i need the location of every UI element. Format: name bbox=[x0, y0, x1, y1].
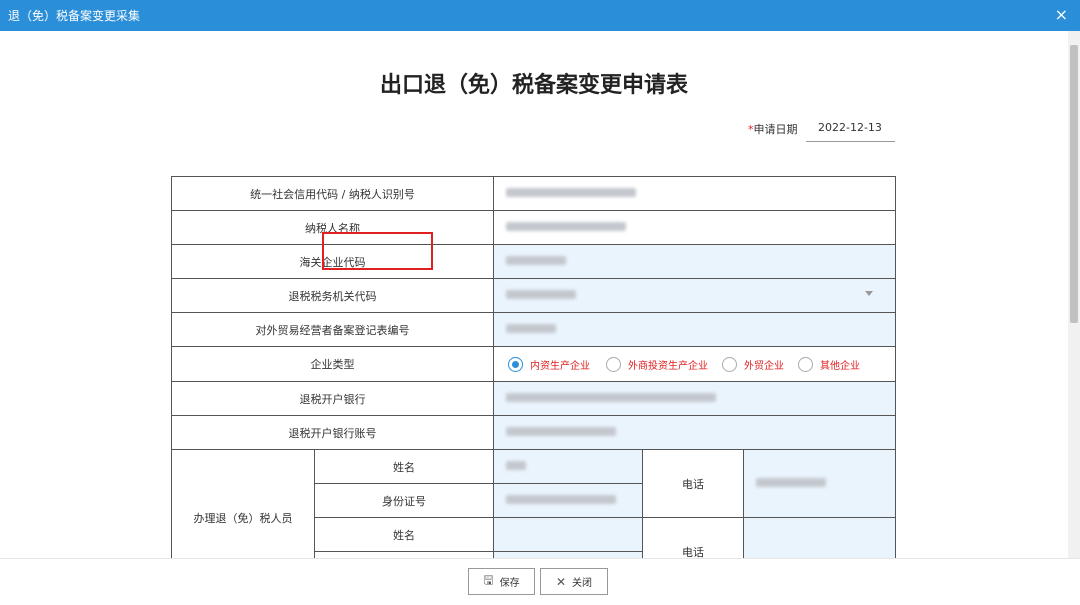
agent-group-label: 办理退（免）税人员 bbox=[171, 449, 315, 558]
trade-reg-no-input[interactable] bbox=[493, 312, 897, 347]
redacted-value bbox=[506, 188, 637, 197]
application-form-table: 统一社会信用代码 / 纳税人识别号 纳税人名称 海关企业代码 退税税务机关代码 bbox=[170, 176, 897, 558]
chevron-down-icon[interactable] bbox=[865, 291, 874, 296]
redacted-value bbox=[506, 427, 617, 436]
enterprise-type-label: 企业类型 bbox=[170, 346, 495, 382]
table-row: 退税开户银行 bbox=[170, 381, 897, 416]
radio-other[interactable]: 其他企业 bbox=[798, 357, 860, 372]
scrollbar-thumb[interactable] bbox=[1070, 45, 1078, 323]
redacted-value bbox=[506, 461, 527, 470]
agent-1-id-label: 身份证号 bbox=[313, 483, 495, 518]
table-row: 统一社会信用代码 / 纳税人识别号 bbox=[170, 176, 897, 211]
vertical-scrollbar[interactable] bbox=[1068, 31, 1080, 558]
page-title: 出口退（免）税备案变更申请表 bbox=[379, 73, 688, 98]
radio-unchecked-icon bbox=[722, 357, 738, 372]
customs-code-label: 海关企业代码 bbox=[170, 244, 495, 279]
bank-account-input[interactable] bbox=[493, 415, 897, 450]
agent-1-name-label: 姓名 bbox=[313, 449, 495, 484]
credit-code-value bbox=[493, 176, 897, 211]
agent-2-name-label: 姓名 bbox=[313, 517, 495, 552]
bank-input[interactable] bbox=[493, 381, 897, 416]
date-input[interactable]: 2022-12-13 bbox=[806, 116, 895, 142]
save-button[interactable]: 🖫 保存 bbox=[468, 568, 535, 595]
close-button[interactable]: ✕ 关闭 bbox=[540, 568, 608, 595]
radio-label: 其他企业 bbox=[820, 361, 861, 372]
footer-toolbar: 🖫 保存 ✕ 关闭 bbox=[0, 558, 1080, 605]
tax-office-code-select[interactable] bbox=[493, 278, 897, 313]
bank-label: 退税开户银行 bbox=[170, 381, 495, 416]
radio-unchecked-icon bbox=[606, 357, 622, 372]
table-row: 纳税人名称 bbox=[170, 210, 897, 245]
agent-1-phone-label: 电话 bbox=[642, 449, 745, 518]
table-row: 企业类型 内资生产企业 外商投资生产企业 外贸企业 其他企业 bbox=[170, 346, 897, 382]
taxpayer-name-label: 纳税人名称 bbox=[170, 210, 495, 245]
table-row: 对外贸易经营者备案登记表编号 bbox=[170, 312, 897, 347]
save-icon: 🖫 bbox=[483, 573, 494, 587]
agent-2-phone-label: 电话 bbox=[642, 517, 745, 558]
taxpayer-name-value bbox=[493, 210, 897, 245]
radio-label: 外商投资生产企业 bbox=[628, 361, 709, 372]
form-content: 出口退（免）税备案变更申请表 *申请日期 2022-12-13 统一社会信用代码… bbox=[0, 31, 1068, 558]
table-row: 退税开户银行账号 bbox=[170, 415, 897, 450]
close-label: 关闭 bbox=[572, 578, 593, 589]
radio-checked-icon bbox=[508, 357, 524, 372]
table-row: 海关企业代码 bbox=[170, 244, 897, 279]
agent-2-name-input[interactable] bbox=[493, 517, 644, 552]
agent-1-id-input[interactable] bbox=[493, 483, 644, 518]
agent-2-phone-input[interactable] bbox=[743, 517, 897, 558]
redacted-value bbox=[506, 393, 717, 402]
redacted-value bbox=[506, 495, 617, 504]
bank-account-label: 退税开户银行账号 bbox=[170, 415, 495, 450]
redacted-value bbox=[506, 290, 577, 299]
radio-label: 内资生产企业 bbox=[530, 361, 591, 372]
window-title: 退（免）税备案变更采集 bbox=[8, 9, 141, 23]
radio-foreign-invested-production[interactable]: 外商投资生产企业 bbox=[606, 357, 708, 372]
agent-1-phone-input[interactable] bbox=[743, 449, 897, 518]
close-icon[interactable]: × bbox=[1055, 5, 1068, 24]
redacted-value bbox=[506, 256, 567, 265]
save-label: 保存 bbox=[499, 578, 520, 589]
radio-foreign-trade[interactable]: 外贸企业 bbox=[722, 357, 784, 372]
radio-domestic-production[interactable]: 内资生产企业 bbox=[508, 357, 590, 372]
window-titlebar: 退（免）税备案变更采集 × bbox=[0, 0, 1080, 31]
redacted-value bbox=[756, 478, 827, 487]
credit-code-label: 统一社会信用代码 / 纳税人识别号 bbox=[170, 176, 495, 211]
enterprise-type-radio-group: 内资生产企业 外商投资生产企业 外贸企业 其他企业 bbox=[493, 346, 897, 382]
table-row: 办理退（免）税人员 姓名 电话 bbox=[171, 449, 897, 558]
trade-reg-no-label: 对外贸易经营者备案登记表编号 bbox=[170, 312, 495, 347]
redacted-value bbox=[506, 324, 557, 333]
close-icon: ✕ bbox=[555, 574, 567, 589]
radio-unchecked-icon bbox=[798, 357, 814, 372]
agent-1-name-input[interactable] bbox=[493, 449, 644, 484]
date-label: 申请日期 bbox=[753, 123, 798, 136]
table-row: 退税税务机关代码 bbox=[170, 278, 897, 313]
customs-code-input[interactable] bbox=[493, 244, 897, 279]
redacted-value bbox=[506, 222, 627, 231]
tax-office-code-label: 退税税务机关代码 bbox=[170, 278, 495, 313]
application-date: *申请日期 2022-12-13 bbox=[748, 121, 895, 143]
radio-label: 外贸企业 bbox=[744, 361, 785, 372]
